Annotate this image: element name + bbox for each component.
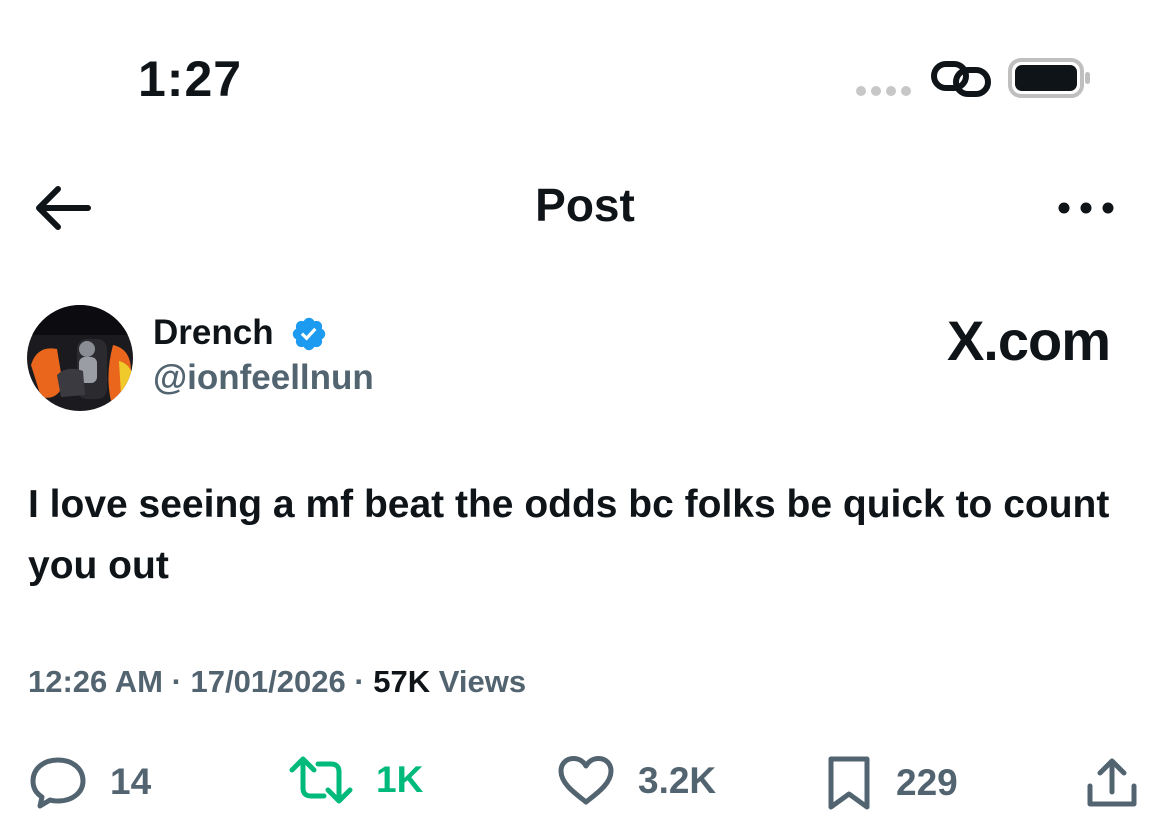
author-handle[interactable]: @ionfeellnun	[153, 358, 374, 398]
share-icon	[1087, 758, 1137, 807]
bookmark-icon	[828, 756, 870, 810]
tweet-date: 17/01/2026	[190, 664, 346, 699]
page-title: Post	[535, 179, 635, 231]
like-count: 3.2K	[638, 760, 717, 801]
meta-separator: ·	[171, 664, 182, 699]
status-time: 1:27	[138, 51, 243, 107]
avatar[interactable]	[27, 305, 133, 411]
x-watermark: X.com	[946, 309, 1111, 372]
bookmark-count: 229	[896, 762, 958, 803]
meta-separator: ·	[354, 664, 365, 699]
repost-icon	[289, 756, 353, 804]
share-button[interactable]	[1084, 756, 1140, 810]
repost-count: 1K	[376, 759, 424, 800]
like-button[interactable]: 3.2K	[556, 754, 716, 808]
reply-icon	[30, 757, 86, 809]
views-label[interactable]: Views	[439, 664, 526, 699]
tweet-text: I love seeing a mf beat the odds bc folk…	[28, 483, 1110, 587]
tweet-meta: 12:26 AM · 17/01/2026 · 57K Views	[28, 664, 526, 700]
bookmark-button[interactable]: 229	[824, 754, 958, 812]
battery-icon	[1008, 58, 1090, 98]
signal-icon	[856, 86, 911, 96]
views-count: 57K	[373, 664, 431, 699]
verified-badge-icon	[292, 317, 326, 351]
more-icon	[1058, 202, 1114, 214]
author-name[interactable]: Drench	[153, 313, 274, 353]
tweet-time: 12:26 AM	[28, 664, 163, 699]
link-icon	[931, 61, 991, 97]
more-button[interactable]	[1050, 190, 1122, 226]
like-icon	[558, 756, 614, 805]
reply-count: 14	[110, 761, 152, 802]
reply-button[interactable]: 14	[28, 754, 151, 810]
repost-button[interactable]: 1K	[288, 754, 423, 806]
